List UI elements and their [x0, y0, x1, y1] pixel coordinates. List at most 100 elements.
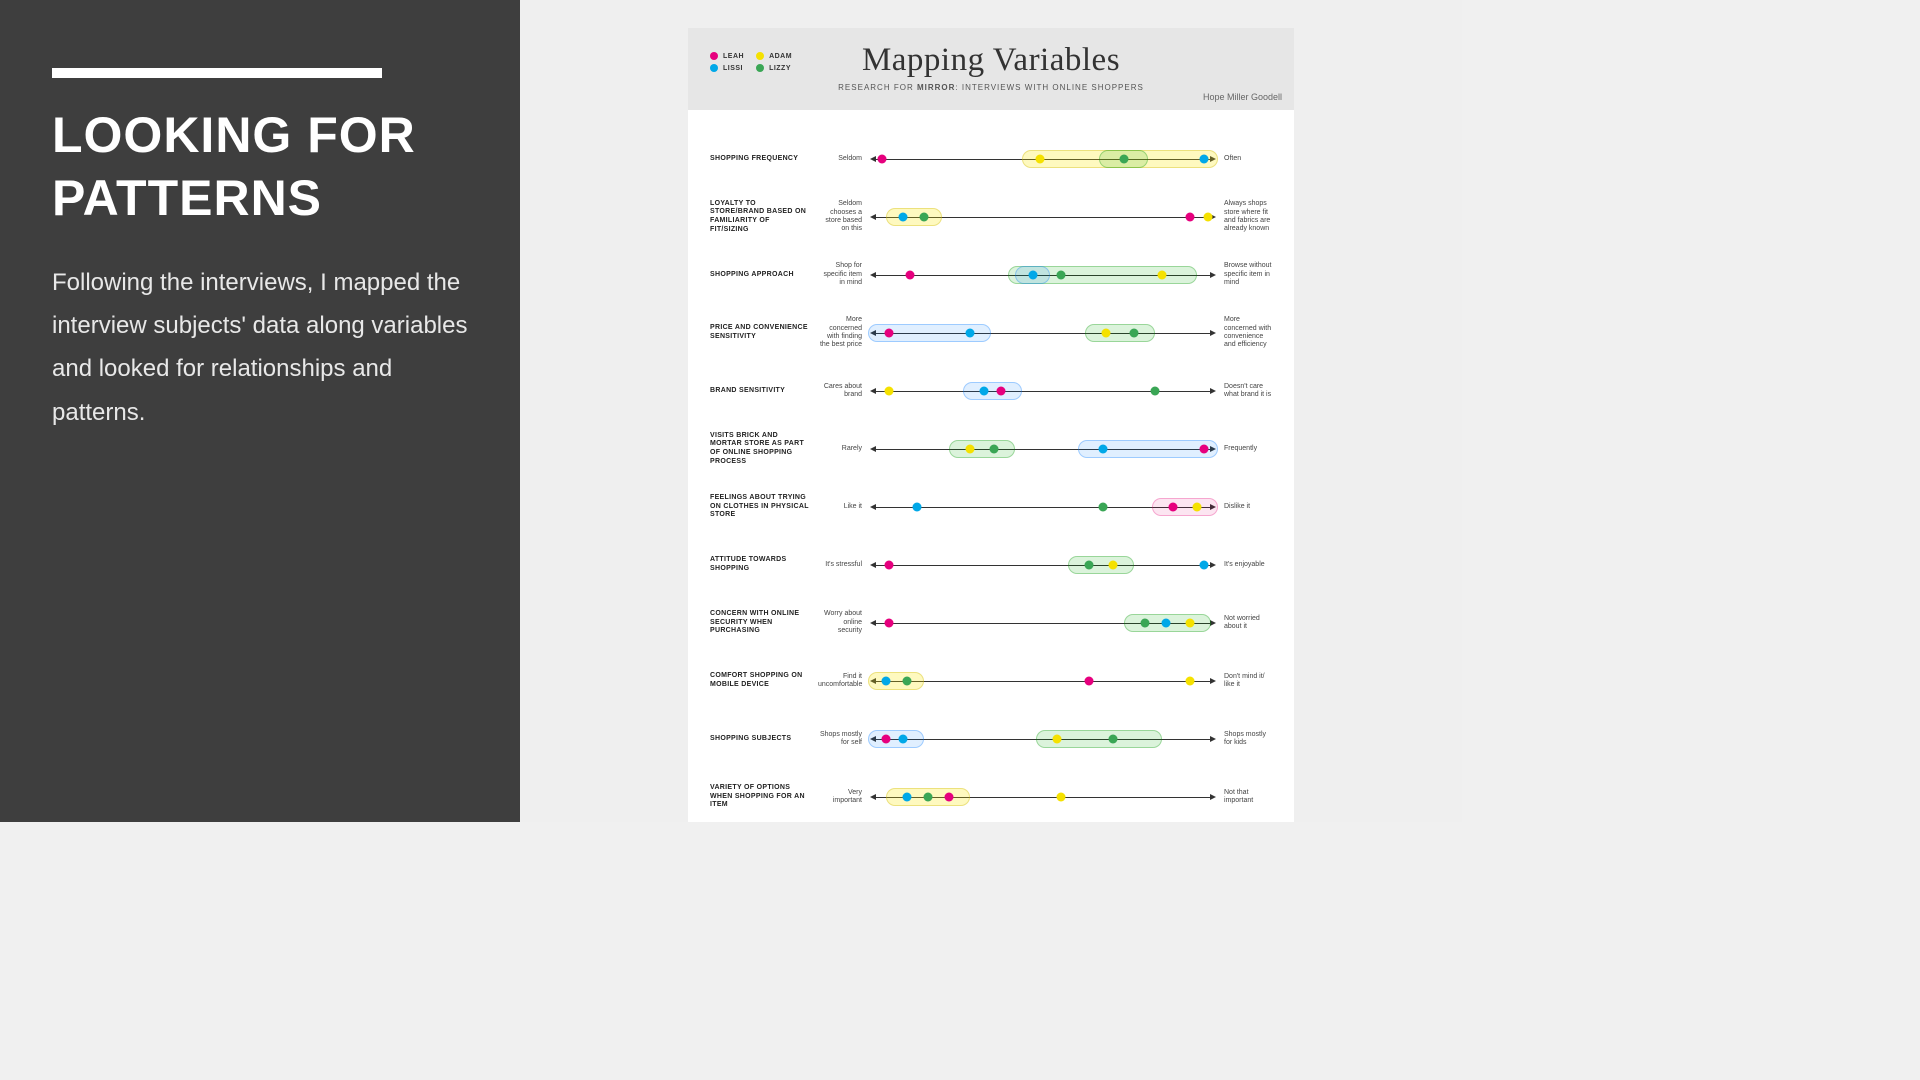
variable-left-end-label: Seldom: [818, 155, 868, 163]
variable-left-end-label: Find it uncomfortable: [818, 673, 868, 690]
data-point-lissi: [881, 677, 890, 686]
variable-label: VARIETY OF OPTIONS WHEN SHOPPING FOR AN …: [710, 784, 818, 810]
variable-track: [868, 497, 1218, 517]
data-point-leah: [906, 271, 915, 280]
track-line: [876, 681, 1210, 682]
legend: LEAH ADAM LISSI LIZZY: [710, 52, 792, 72]
variable-row: ATTITUDE TOWARDS SHOPPINGIt's stressfulI…: [710, 536, 1272, 594]
variable-row: CONCERN WITH ONLINE SECURITY WHEN PURCHA…: [710, 594, 1272, 652]
arrow-right-icon: [1210, 330, 1216, 336]
arrow-left-icon: [870, 272, 876, 278]
legend-dot-icon: [710, 52, 718, 60]
arrow-right-icon: [1210, 272, 1216, 278]
variable-row: VISITS BRICK AND MORTAR STORE AS PART OF…: [710, 420, 1272, 478]
variable-row: VARIETY OF OPTIONS WHEN SHOPPING FOR AN …: [710, 768, 1272, 826]
arrow-left-icon: [870, 562, 876, 568]
data-point-lizzy: [1109, 735, 1118, 744]
arrow-left-icon: [870, 446, 876, 452]
arrow-right-icon: [1210, 736, 1216, 742]
data-point-lizzy: [1119, 155, 1128, 164]
data-point-lizzy: [920, 213, 929, 222]
data-point-lizzy: [1084, 561, 1093, 570]
arrow-left-icon: [870, 388, 876, 394]
data-point-leah: [1186, 213, 1195, 222]
cluster-highlight: [886, 208, 942, 226]
variable-left-end-label: Worry about online security: [818, 610, 868, 635]
data-point-adam: [1186, 677, 1195, 686]
data-point-adam: [1035, 155, 1044, 164]
variable-track: [868, 671, 1218, 691]
variable-left-end-label: It's stressful: [818, 561, 868, 569]
variable-label: COMFORT SHOPPING ON MOBILE DEVICE: [710, 672, 818, 690]
variable-right-end-label: Not worried about it: [1218, 615, 1272, 632]
data-point-leah: [1200, 445, 1209, 454]
data-point-adam: [1158, 271, 1167, 280]
cluster-highlight: [1085, 324, 1155, 342]
data-point-lissi: [1161, 619, 1170, 628]
left-panel: LOOKING FOR PATTERNS Following the inter…: [0, 0, 520, 822]
variable-right-end-label: More concerned with convenience and effi…: [1218, 316, 1272, 350]
legend-label: LIZZY: [769, 65, 791, 72]
data-point-lizzy: [1056, 271, 1065, 280]
data-point-leah: [881, 735, 890, 744]
variable-row: SHOPPING APPROACHShop for specific item …: [710, 246, 1272, 304]
variable-right-end-label: Shops mostly for kids: [1218, 731, 1272, 748]
variable-track: [868, 613, 1218, 633]
arrow-left-icon: [870, 794, 876, 800]
legend-item-leah: LEAH: [710, 52, 744, 60]
legend-label: ADAM: [769, 53, 792, 60]
data-point-adam: [965, 445, 974, 454]
variable-left-end-label: Rarely: [818, 445, 868, 453]
data-point-lissi: [913, 503, 922, 512]
legend-item-lizzy: LIZZY: [756, 64, 792, 72]
variable-rows: SHOPPING FREQUENCYSeldomOftenLOYALTY TO …: [688, 110, 1294, 826]
legend-dot-icon: [756, 64, 764, 72]
arrow-left-icon: [870, 214, 876, 220]
cluster-highlight: [868, 672, 924, 690]
data-point-lissi: [899, 213, 908, 222]
variable-row: SHOPPING SUBJECTSShops mostly for selfSh…: [710, 710, 1272, 768]
variable-track: [868, 787, 1218, 807]
variable-track: [868, 439, 1218, 459]
variable-row: COMFORT SHOPPING ON MOBILE DEVICEFind it…: [710, 652, 1272, 710]
variable-left-end-label: Cares about brand: [818, 383, 868, 400]
data-point-leah: [1084, 677, 1093, 686]
data-point-lissi: [902, 793, 911, 802]
variable-label: BRAND SENSITIVITY: [710, 387, 818, 396]
arrow-left-icon: [870, 504, 876, 510]
data-point-adam: [1056, 793, 1065, 802]
variable-right-end-label: Dislike it: [1218, 503, 1272, 511]
variable-left-end-label: More concerned with finding the best pri…: [818, 316, 868, 350]
heading-line-1: LOOKING FOR: [52, 107, 416, 163]
data-point-adam: [885, 387, 894, 396]
data-point-adam: [1203, 213, 1212, 222]
variable-track: [868, 323, 1218, 343]
variable-right-end-label: Frequently: [1218, 445, 1272, 453]
poster-header: LEAHADAMLISSILIZZY Mapping Variables RES…: [688, 28, 1294, 110]
body-text: Following the interviews, I mapped the i…: [52, 261, 468, 434]
variable-label: CONCERN WITH ONLINE SECURITY WHEN PURCHA…: [710, 610, 818, 636]
heading-line-2: PATTERNS: [52, 170, 322, 226]
variable-label: PRICE AND CONVENIENCE SENSITIVITY: [710, 324, 818, 342]
arrow-right-icon: [1210, 678, 1216, 684]
legend-label: LEAH: [723, 53, 744, 60]
variable-track: [868, 729, 1218, 749]
variable-track: [868, 381, 1218, 401]
variable-left-end-label: Shops mostly for self: [818, 731, 868, 748]
data-point-lizzy: [1140, 619, 1149, 628]
poster: LEAHADAMLISSILIZZY Mapping Variables RES…: [688, 28, 1294, 822]
data-point-leah: [885, 561, 894, 570]
track-line: [876, 391, 1210, 392]
data-point-lizzy: [1098, 503, 1107, 512]
legend-label: LISSI: [723, 65, 743, 72]
variable-left-end-label: Very important: [818, 789, 868, 806]
poster-subtitle: RESEARCH FOR MIRROR: INTERVIEWS WITH ONL…: [838, 83, 1144, 92]
data-point-leah: [878, 155, 887, 164]
data-point-lizzy: [923, 793, 932, 802]
variable-label: SHOPPING FREQUENCY: [710, 155, 818, 164]
data-point-leah: [885, 329, 894, 338]
data-point-leah: [997, 387, 1006, 396]
variable-right-end-label: Browse without specific item in mind: [1218, 262, 1272, 287]
data-point-lizzy: [1130, 329, 1139, 338]
data-point-adam: [1102, 329, 1111, 338]
